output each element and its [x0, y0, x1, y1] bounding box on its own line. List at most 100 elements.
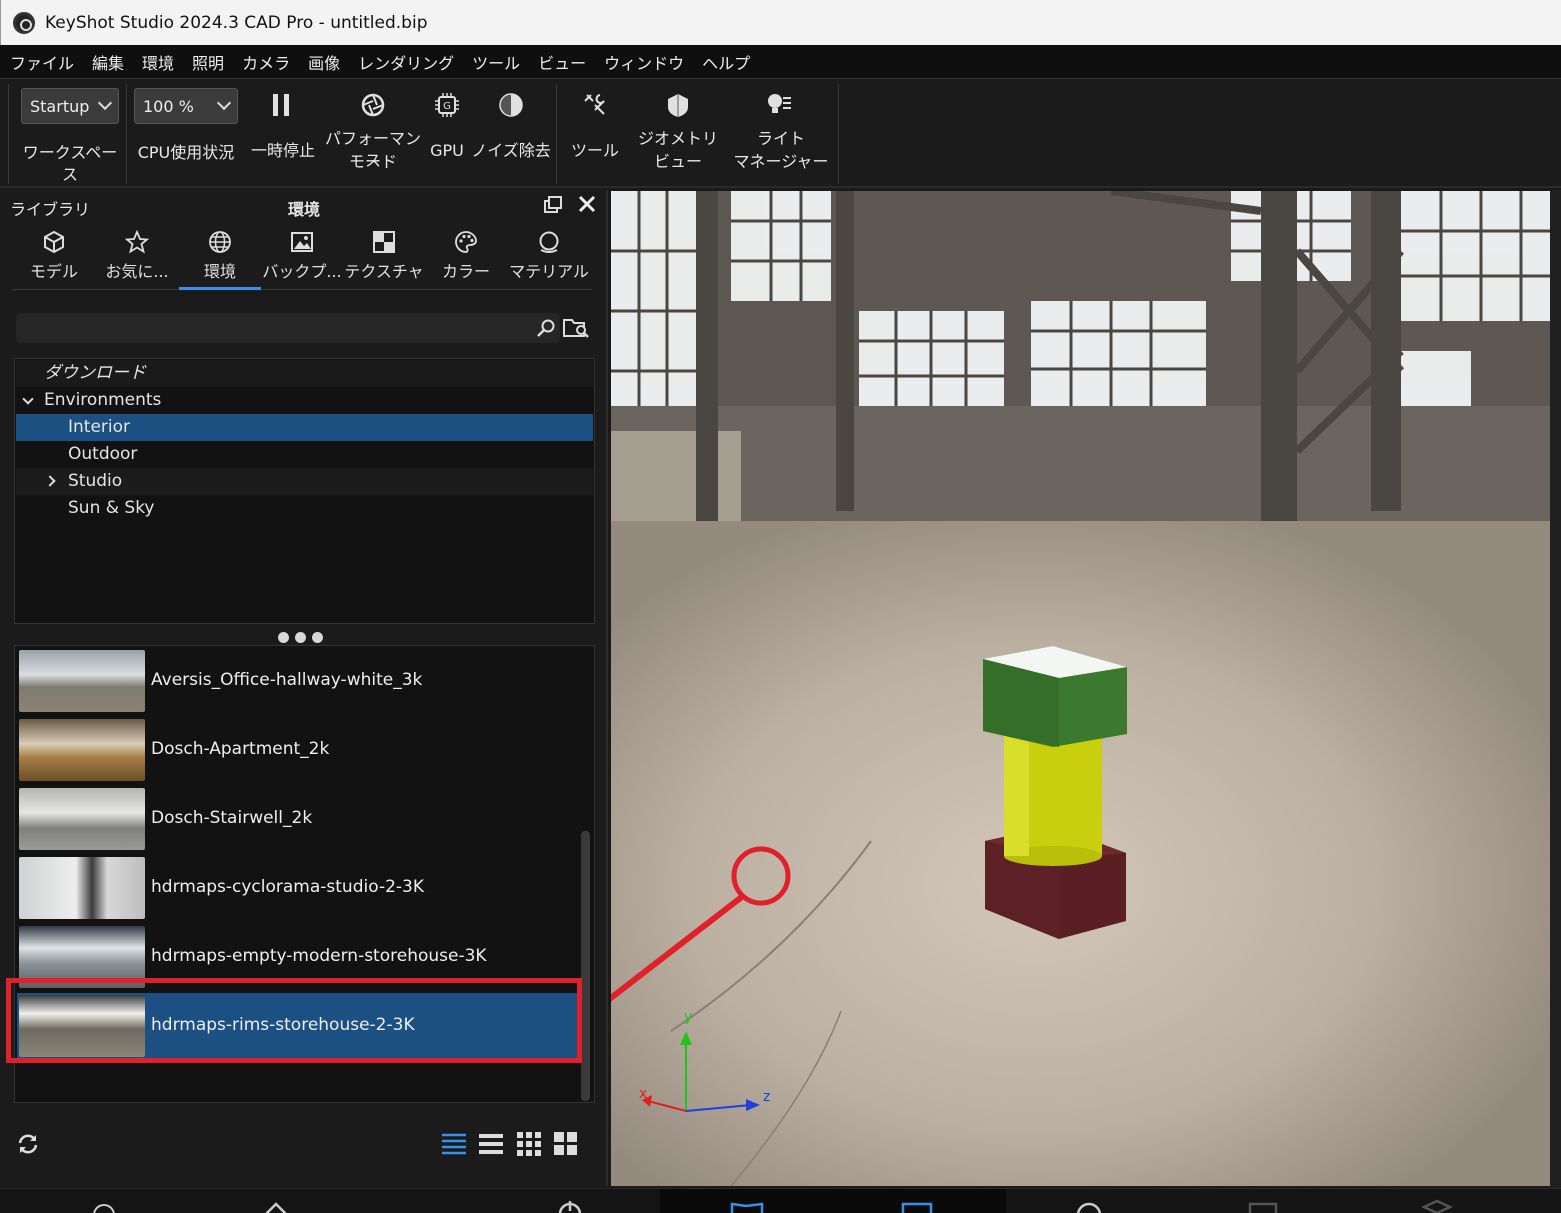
denoise-label: ノイズ除去 [471, 141, 551, 160]
image-icon [291, 232, 313, 252]
workspace-select[interactable]: Startup [21, 88, 119, 124]
render-cube-icon[interactable] [1420, 1199, 1454, 1213]
tree-item-interior[interactable]: Interior [16, 414, 593, 441]
toolbar-divider [8, 84, 9, 184]
list-item[interactable]: Aversis_Office-hallway-white_3k [17, 648, 579, 714]
environment-folder-tree: ダウンロード Environments Interior Outdoor Stu… [14, 358, 595, 624]
menu-environment[interactable]: 環境 [142, 50, 174, 74]
annotation-highlight-box [6, 978, 582, 1063]
tree-item-sun-sky[interactable]: Sun & Sky [16, 495, 593, 522]
environment-thumbnail [19, 857, 145, 919]
performance-mode-button[interactable]: パフォーマンス モード [322, 80, 424, 184]
model-icon [44, 230, 64, 254]
chevron-down-icon[interactable] [22, 393, 34, 405]
small-grid-icon[interactable] [517, 1132, 541, 1156]
list-item[interactable]: hdrmaps-cyclorama-studio-2-3K [17, 855, 579, 921]
menu-view[interactable]: ビュー [538, 50, 586, 74]
performance-mode-label-2: モード [348, 152, 397, 171]
chevron-right-icon[interactable] [44, 475, 56, 487]
pause-button[interactable]: 一時停止 [246, 80, 320, 184]
tree-item-download[interactable]: ダウンロード [16, 360, 593, 387]
menu-help[interactable]: ヘルプ [702, 50, 750, 74]
tab-textures-label: テクスチャ [344, 262, 424, 281]
import-icon[interactable] [90, 1201, 118, 1213]
lightbulb-icon [768, 94, 791, 113]
globe-icon [209, 231, 231, 253]
geometry-view-label-2: ビュー [653, 152, 702, 171]
tab-environments[interactable]: 環境 [179, 228, 261, 290]
tools-label: ツール [570, 141, 619, 160]
pause-icon [273, 94, 289, 116]
tree-item-download-label: ダウンロード [44, 363, 146, 383]
gpu-button[interactable]: G GPU [426, 80, 468, 184]
folder-search-icon[interactable] [562, 314, 590, 340]
menu-file[interactable]: ファイル [10, 50, 74, 74]
geometry-view-button[interactable]: ジオメトリ ビュー [632, 80, 724, 184]
tree-item-outdoor[interactable]: Outdoor [16, 441, 593, 468]
render-viewport[interactable]: y z x [611, 191, 1550, 1186]
list-item[interactable]: Dosch-Stairwell_2k [17, 786, 579, 852]
search-icon[interactable] [536, 318, 556, 338]
environment-name: Dosch-Apartment_2k [151, 739, 330, 759]
axis-gizmo [642, 1031, 760, 1112]
panel-title: 環境 [288, 200, 321, 219]
menu-tools[interactable]: ツール [472, 50, 520, 74]
tree-item-studio[interactable]: Studio [16, 468, 593, 495]
keyshotxr-icon[interactable] [1246, 1201, 1280, 1213]
tree-item-interior-label: Interior [68, 417, 131, 437]
tab-materials[interactable]: マテリアル [508, 228, 590, 290]
menu-edit[interactable]: 編集 [92, 50, 124, 74]
environment-name: Dosch-Stairwell_2k [151, 808, 313, 828]
pause-label: 一時停止 [250, 141, 315, 160]
tree-item-studio-label: Studio [68, 471, 123, 491]
list-scrollbar[interactable] [581, 831, 590, 1101]
animation-icon[interactable] [1072, 1199, 1106, 1213]
menu-rendering[interactable]: レンダリング [358, 50, 454, 74]
shield-cube-icon [668, 94, 688, 117]
menu-window[interactable]: ウィンドウ [604, 50, 684, 74]
project-icon[interactable] [556, 1199, 584, 1213]
tab-textures[interactable]: テクスチャ [343, 228, 425, 290]
chevron-down-icon [97, 95, 113, 111]
tab-colors[interactable]: カラー [425, 228, 507, 290]
list-view-icon[interactable] [479, 1132, 503, 1156]
tab-backplates[interactable]: バックプ... [261, 228, 343, 290]
environment-name: hdrmaps-empty-modern-storehouse-3K [151, 946, 487, 966]
environment-name: hdrmaps-cyclorama-studio-2-3K [151, 877, 424, 897]
light-manager-button[interactable]: ライト マネージャー [730, 80, 832, 184]
environment-thumbnail [19, 788, 145, 850]
library-book-icon[interactable] [730, 1201, 764, 1213]
viewport-edge [1550, 190, 1561, 1188]
tools-icon [584, 94, 605, 115]
large-grid-icon[interactable] [554, 1132, 578, 1156]
workspace-label: ワークスペース [22, 143, 118, 184]
aperture-icon [361, 93, 385, 117]
menu-image[interactable]: 画像 [308, 50, 340, 74]
tree-item-outdoor-label: Outdoor [68, 444, 138, 464]
libraries-icon[interactable] [262, 1201, 290, 1213]
tab-environments-label: 環境 [203, 262, 236, 281]
checker-icon [373, 231, 395, 253]
menu-lighting[interactable]: 照明 [192, 50, 224, 74]
tools-button[interactable]: ツール [566, 80, 624, 184]
list-view-detailed-icon[interactable] [442, 1132, 466, 1156]
refresh-icon[interactable] [16, 1132, 40, 1156]
tree-item-environments[interactable]: Environments [16, 387, 593, 414]
project-panel-icon[interactable] [900, 1201, 934, 1213]
geometry-view-label-1: ジオメトリ [637, 129, 718, 148]
popout-icon[interactable] [543, 195, 563, 215]
library-search-input[interactable] [16, 313, 560, 343]
tab-models[interactable]: モデル [14, 228, 94, 290]
denoise-button[interactable]: ノイズ除去 [470, 80, 552, 184]
list-item[interactable]: Dosch-Apartment_2k [17, 717, 579, 783]
environment-thumbnail [19, 719, 145, 781]
menu-bar: ファイル 編集 環境 照明 カメラ 画像 レンダリング ツール ビュー ウィンド… [0, 45, 1561, 79]
cpu-usage-select[interactable]: 100 % [134, 88, 238, 124]
light-manager-label-1: ライト [756, 129, 805, 148]
splitter-handle[interactable] [278, 628, 332, 643]
menu-camera[interactable]: カメラ [242, 50, 290, 74]
close-icon[interactable] [577, 194, 597, 214]
tab-favorites[interactable]: お気に... [96, 228, 178, 290]
environment-name: Aversis_Office-hallway-white_3k [151, 670, 423, 690]
tab-models-label: モデル [29, 262, 78, 281]
